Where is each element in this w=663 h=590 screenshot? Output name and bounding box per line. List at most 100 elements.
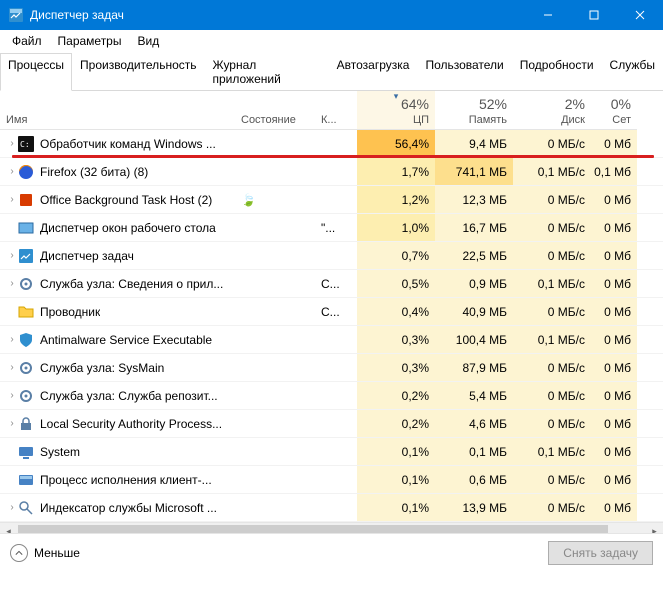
process-name: Office Background Task Host (2) <box>40 193 212 207</box>
tab-performance[interactable]: Производительность <box>72 53 204 91</box>
col-key[interactable]: К... <box>315 91 357 130</box>
process-icon <box>18 276 34 292</box>
cpu-cell: 0,4% <box>357 298 435 325</box>
expand-icon[interactable]: › <box>6 362 18 373</box>
memory-cell: 100,4 МБ <box>435 326 513 353</box>
status-cell <box>235 270 315 297</box>
leaf-icon: 🍃 <box>241 193 256 207</box>
menubar: Файл Параметры Вид <box>0 30 663 52</box>
sort-desc-icon: ▾ <box>394 91 399 102</box>
table-row[interactable]: ›Local Security Authority Process...0,2%… <box>0 410 663 438</box>
expand-icon[interactable]: › <box>6 278 18 289</box>
table-row[interactable]: ›Firefox (32 бита) (8)1,7%741,1 МБ0,1 МБ… <box>0 158 663 186</box>
process-name-cell[interactable]: ›Antimalware Service Executable <box>0 326 235 353</box>
cpu-cell: 0,7% <box>357 242 435 269</box>
process-name-cell[interactable]: ›Служба узла: Служба репозит... <box>0 382 235 409</box>
process-name-cell[interactable]: › Office Background Task Host (2) <box>0 186 235 213</box>
process-name-cell[interactable]: ›Служба узла: SysMain <box>0 354 235 381</box>
expand-icon[interactable]: › <box>6 138 18 149</box>
table-row[interactable]: Процесс исполнения клиент-...0,1%0,6 МБ0… <box>0 466 663 494</box>
table-row[interactable]: ›Служба узла: SysMain0,3%87,9 МБ0 МБ/с0 … <box>0 354 663 382</box>
status-cell <box>235 438 315 465</box>
memory-cell: 9,4 МБ <box>435 130 513 157</box>
expand-icon[interactable]: › <box>6 194 18 205</box>
table-row[interactable]: ПроводникС...0,4%40,9 МБ0 МБ/с0 Мб <box>0 298 663 326</box>
table-row[interactable]: ›C:Обработчик команд Windows ...56,4%9,4… <box>0 130 663 158</box>
tab-details[interactable]: Подробности <box>512 53 602 91</box>
close-button[interactable] <box>617 0 663 30</box>
tab-services[interactable]: Службы <box>602 53 663 91</box>
expand-icon[interactable]: › <box>6 250 18 261</box>
table-row[interactable]: ›Индексатор службы Microsoft ...0,1%13,9… <box>0 494 663 522</box>
expand-icon[interactable]: › <box>6 334 18 345</box>
process-icon <box>18 444 34 460</box>
status-cell <box>235 242 315 269</box>
process-icon <box>18 164 34 180</box>
minimize-button[interactable] <box>525 0 571 30</box>
process-icon <box>18 472 34 488</box>
col-memory[interactable]: 52% Память <box>435 91 513 130</box>
tab-processes[interactable]: Процессы <box>0 53 72 91</box>
process-name-cell[interactable]: ›Индексатор службы Microsoft ... <box>0 494 235 521</box>
process-name-cell[interactable]: ›Local Security Authority Process... <box>0 410 235 437</box>
expand-icon[interactable]: › <box>6 390 18 401</box>
memory-cell: 22,5 МБ <box>435 242 513 269</box>
menu-options[interactable]: Параметры <box>50 32 130 50</box>
key-cell: "... <box>315 214 357 241</box>
col-disk[interactable]: 2% Диск <box>513 91 591 130</box>
tab-startup[interactable]: Автозагрузка <box>329 53 418 91</box>
process-icon <box>18 360 34 376</box>
menu-file[interactable]: Файл <box>4 32 50 50</box>
table-row[interactable]: ›Служба узла: Сведения о прил...С...0,5%… <box>0 270 663 298</box>
col-network[interactable]: 0% Сет <box>591 91 637 130</box>
process-name-cell[interactable]: Процесс исполнения клиент-... <box>0 466 235 493</box>
memory-cell: 12,3 МБ <box>435 186 513 213</box>
disk-cell: 0 МБ/с <box>513 494 591 521</box>
table-row[interactable]: ›Office Background Task Host (2)🍃1,2%12,… <box>0 186 663 214</box>
process-name: Обработчик команд Windows ... <box>40 137 216 151</box>
scrollbar-thumb[interactable] <box>18 525 608 533</box>
key-cell <box>315 438 357 465</box>
process-grid[interactable]: Имя Состояние К... ▾ 64% ЦП 52% Память 2… <box>0 91 663 533</box>
chevron-up-icon <box>10 544 28 562</box>
horizontal-scrollbar[interactable]: ◂ ▸ <box>0 522 663 533</box>
table-row[interactable]: ›Antimalware Service Executable0,3%100,4… <box>0 326 663 354</box>
process-name-cell[interactable]: ›C:Обработчик команд Windows ... <box>0 130 235 157</box>
expand-icon[interactable]: › <box>6 502 18 513</box>
process-name-cell[interactable]: ›Firefox (32 бита) (8) <box>0 158 235 185</box>
col-name[interactable]: Имя <box>0 91 235 130</box>
col-cpu[interactable]: ▾ 64% ЦП <box>357 91 435 130</box>
process-name-cell[interactable]: System <box>0 438 235 465</box>
status-cell <box>235 466 315 493</box>
status-cell: 🍃 <box>235 186 315 213</box>
tab-users[interactable]: Пользователи <box>417 53 511 91</box>
end-task-button[interactable]: Снять задачу <box>548 541 653 565</box>
col-status[interactable]: Состояние <box>235 91 315 130</box>
net-pct: 0% <box>611 96 631 112</box>
menu-view[interactable]: Вид <box>129 32 167 50</box>
fewer-details-button[interactable]: Меньше <box>10 544 80 562</box>
table-row[interactable]: System0,1%0,1 МБ0,1 МБ/с0 Мб <box>0 438 663 466</box>
process-icon <box>18 192 34 208</box>
status-cell <box>235 158 315 185</box>
column-header: Имя Состояние К... ▾ 64% ЦП 52% Память 2… <box>0 91 663 130</box>
footer: Меньше Снять задачу <box>0 533 663 571</box>
process-name-cell[interactable]: ›Служба узла: Сведения о прил... <box>0 270 235 297</box>
disk-cell: 0 МБ/с <box>513 466 591 493</box>
scroll-left-icon[interactable]: ◂ <box>0 523 17 533</box>
table-row[interactable]: ›Диспетчер задач0,7%22,5 МБ0 МБ/с0 Мб <box>0 242 663 270</box>
process-name-cell[interactable]: Диспетчер окон рабочего стола <box>0 214 235 241</box>
network-cell: 0 Мб <box>591 242 637 269</box>
tab-apphistory[interactable]: Журнал приложений <box>205 53 329 91</box>
cpu-label: ЦП <box>413 114 429 126</box>
maximize-button[interactable] <box>571 0 617 30</box>
memory-cell: 5,4 МБ <box>435 382 513 409</box>
table-row[interactable]: ›Служба узла: Служба репозит...0,2%5,4 М… <box>0 382 663 410</box>
process-name-cell[interactable]: Проводник <box>0 298 235 325</box>
scroll-right-icon[interactable]: ▸ <box>646 523 663 533</box>
table-row[interactable]: Диспетчер окон рабочего стола"...1,0%16,… <box>0 214 663 242</box>
memory-cell: 0,9 МБ <box>435 270 513 297</box>
expand-icon[interactable]: › <box>6 418 18 429</box>
process-name-cell[interactable]: ›Диспетчер задач <box>0 242 235 269</box>
expand-icon[interactable]: › <box>6 166 18 177</box>
